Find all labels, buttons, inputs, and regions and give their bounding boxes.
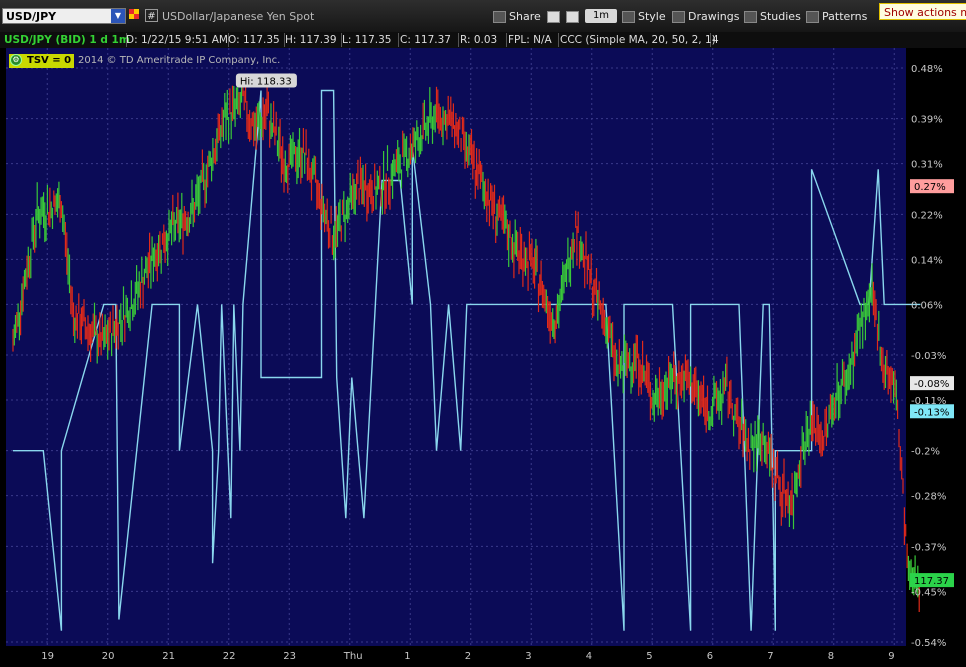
y-tick-label: -0.28% bbox=[911, 492, 946, 503]
x-tick-label: 9 bbox=[888, 651, 894, 662]
x-tick-label: 8 bbox=[828, 651, 834, 662]
x-axis: 19 20 21 22 23 Thu 1 2 3 4 5 6 7 8 9 bbox=[0, 646, 966, 664]
info-range: R: 0.03 bbox=[460, 33, 507, 47]
x-tick-label: 6 bbox=[707, 651, 713, 662]
x-tick-label: 22 bbox=[223, 651, 236, 662]
drawings-button[interactable]: Drawings bbox=[672, 9, 739, 25]
y-tick-label: 0.22% bbox=[911, 210, 943, 221]
patterns-button[interactable]: Patterns bbox=[806, 9, 867, 25]
style-button[interactable]: Style bbox=[622, 9, 666, 25]
price-badge-text: -0.13% bbox=[914, 407, 949, 418]
y-tick-label: -0.2% bbox=[911, 447, 940, 458]
gear-icon[interactable]: ⚙ bbox=[10, 54, 22, 66]
info-date: D: 1/22/15 9:51 AM bbox=[126, 33, 229, 47]
style-icon bbox=[622, 11, 635, 23]
hi-label-text: Hi: 118.33 bbox=[240, 77, 292, 88]
price-chart[interactable]: 0.48% 0.39% 0.31% 0.22% 0.14% 0.06% -0.03% -0.1… bbox=[0, 48, 966, 664]
info-fpl: FPL: N/A bbox=[508, 33, 559, 47]
x-tick-label: 3 bbox=[525, 651, 531, 662]
sync-button[interactable] bbox=[566, 9, 579, 25]
x-tick-label: 21 bbox=[162, 651, 175, 662]
price-badge-text: 117.37 bbox=[914, 576, 949, 587]
hi-callout: Hi: 118.33 bbox=[235, 73, 297, 88]
info-close: C: 117.37 bbox=[400, 33, 459, 47]
chevron-down-icon[interactable]: ▼ bbox=[111, 9, 125, 23]
x-tick-label: 19 bbox=[41, 651, 54, 662]
y-tick-label: 0.39% bbox=[911, 115, 943, 126]
studies-button[interactable]: Studies bbox=[744, 9, 801, 25]
copyright-text: 2014 © TD Ameritrade IP Company, Inc. bbox=[78, 55, 281, 66]
y-tick-label: 0.48% bbox=[911, 64, 943, 75]
x-tick-label: 5 bbox=[646, 651, 652, 662]
hash-icon[interactable]: # bbox=[145, 9, 158, 22]
x-tick-label: 2 bbox=[465, 651, 471, 662]
patterns-label: Patterns bbox=[822, 10, 868, 23]
sync-icon bbox=[566, 11, 579, 23]
x-tick-label: 7 bbox=[767, 651, 773, 662]
share-icon bbox=[493, 11, 506, 23]
y-axis: 0.48% 0.39% 0.31% 0.22% 0.14% 0.06% -0.03% -0.1… bbox=[911, 64, 946, 649]
info-low: L: 117.35 bbox=[342, 33, 399, 47]
x-tick-label: 20 bbox=[102, 651, 115, 662]
y-tick-label: 0.14% bbox=[911, 255, 943, 266]
patterns-icon bbox=[806, 11, 819, 23]
y-tick-label: -0.45% bbox=[911, 587, 946, 598]
info-high: H: 117.39 bbox=[285, 33, 342, 47]
y-tick-label: -0.03% bbox=[911, 351, 946, 362]
drawings-label: Drawings bbox=[688, 10, 740, 23]
x-tick-label: 23 bbox=[283, 651, 296, 662]
chart-area[interactable]: 0.48% 0.39% 0.31% 0.22% 0.14% 0.06% -0.03% -0.1… bbox=[0, 48, 966, 664]
symbol-selector[interactable]: USD/JPY ▼ bbox=[2, 8, 126, 24]
crosshair-icon bbox=[547, 11, 560, 23]
x-tick-label: 1 bbox=[404, 651, 410, 662]
pencil-icon bbox=[672, 11, 685, 23]
symbol-label: USD/JPY bbox=[6, 10, 57, 23]
show-actions-button[interactable]: Show actions me bbox=[879, 3, 966, 20]
timeframe-button[interactable]: 1m bbox=[585, 9, 617, 23]
chart-toolbar: USD/JPY ▼ # USDollar/Japanese Yen Spot S… bbox=[0, 0, 966, 33]
crosshair-button[interactable] bbox=[547, 9, 560, 25]
y-tick-label: -0.37% bbox=[911, 542, 946, 553]
chart-title: USD/JPY (BID) 1 d 1m bbox=[4, 33, 130, 47]
x-tick-label: 4 bbox=[586, 651, 592, 662]
x-tick-label: Thu bbox=[343, 651, 363, 662]
symbol-description: USDollar/Japanese Yen Spot bbox=[162, 10, 315, 23]
price-badge-text: -0.08% bbox=[914, 379, 949, 390]
x-axis-bg bbox=[0, 646, 966, 664]
studies-label: Studies bbox=[760, 10, 801, 23]
chart-info-bar: USD/JPY (BID) 1 d 1m D: 1/22/15 9:51 AM … bbox=[0, 32, 966, 79]
style-label: Style bbox=[638, 10, 666, 23]
share-button[interactable]: Share bbox=[493, 9, 541, 25]
y-tick-label: 0.06% bbox=[911, 300, 943, 311]
link-color-icon[interactable] bbox=[129, 9, 139, 21]
plot-background bbox=[6, 48, 906, 646]
price-badges: 0.27% -0.08% -0.13% 117.37 bbox=[910, 179, 954, 588]
share-label: Share bbox=[509, 10, 541, 23]
price-badge-text: 0.27% bbox=[914, 182, 946, 193]
info-study: CCC (Simple MA, 20, 50, 2, 1) bbox=[560, 33, 716, 47]
studies-icon bbox=[744, 11, 757, 23]
info-count: 4 bbox=[712, 34, 719, 46]
y-tick-label: 0.31% bbox=[911, 160, 943, 171]
info-open: O: 117.35 bbox=[228, 33, 285, 47]
